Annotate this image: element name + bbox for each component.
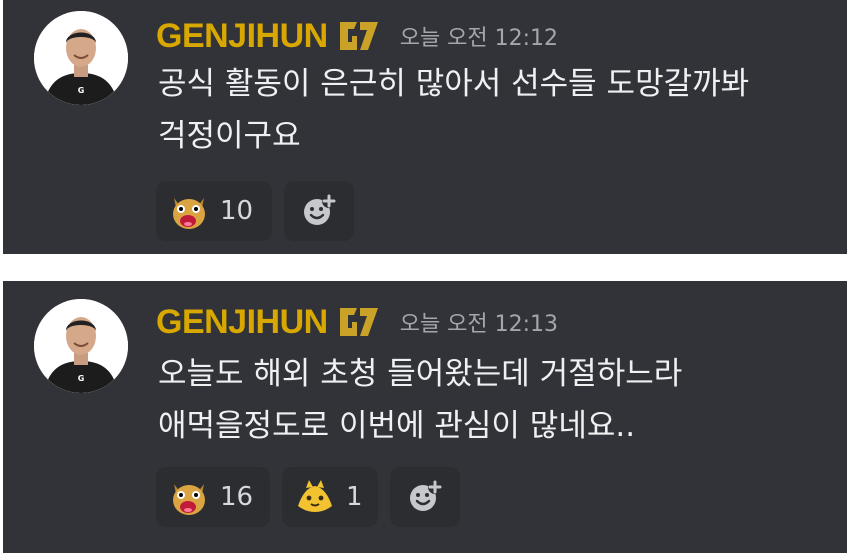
message-content: 공식 활동이 은근히 많아서 선수들 도망갈까봐 걱정이구요 (158, 66, 750, 154)
yellow-creature-emoji-icon (294, 476, 336, 518)
add-reaction-icon (410, 480, 442, 511)
reaction-count: 16 (220, 482, 254, 512)
reaction-count: 1 (346, 482, 363, 512)
username[interactable]: GENJIHUN (156, 302, 328, 342)
username[interactable]: GENJIHUN (156, 16, 328, 56)
message-card: G GENJIHUN 오늘 오전 12:12 공식 활동이 은근히 많아서 선수… (3, 0, 847, 254)
reaction-count: 10 (220, 196, 254, 226)
cat-shouting-emoji-icon (168, 190, 210, 232)
message-content: 오늘도 해외 초청 들어왔는데 거절하느라 애먹을정도로 이번에 관심이 많네요… (158, 356, 683, 444)
avatar-person-image: G (34, 299, 128, 393)
gen-g-badge-icon (338, 18, 380, 54)
timestamp: 오늘 오전 12:12 (399, 26, 559, 51)
svg-text:G: G (78, 374, 85, 383)
avatar[interactable]: G (34, 11, 128, 105)
reaction-button[interactable]: 10 (156, 181, 272, 241)
add-reaction-button[interactable] (284, 181, 354, 241)
reaction-button[interactable]: 16 (156, 467, 270, 527)
reactions-bar: 16 1 (156, 467, 460, 527)
message-header: GENJIHUN 오늘 오전 12:13 (156, 302, 558, 342)
add-reaction-icon (304, 194, 336, 225)
cat-shouting-emoji-icon (168, 476, 210, 518)
reactions-bar: 10 (156, 181, 354, 241)
gen-g-badge-icon (338, 304, 380, 340)
avatar[interactable]: G (34, 299, 128, 393)
add-reaction-button[interactable] (390, 467, 460, 527)
svg-text:G: G (78, 86, 85, 95)
reaction-button[interactable]: 1 (282, 467, 378, 527)
avatar-person-image: G (34, 11, 128, 105)
timestamp: 오늘 오전 12:13 (399, 312, 559, 337)
message-header: GENJIHUN 오늘 오전 12:12 (156, 16, 558, 56)
message-card: G GENJIHUN 오늘 오전 12:13 오늘도 해외 초청 들어왔는데 거… (3, 281, 847, 553)
